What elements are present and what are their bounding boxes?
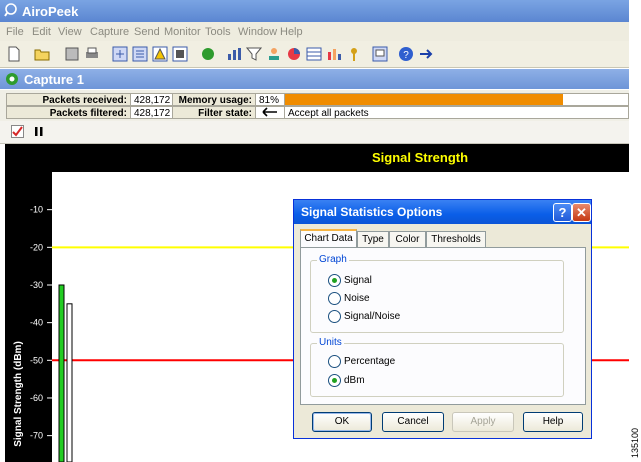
right-arrow-icon[interactable] <box>418 46 434 62</box>
capture-stats-panel: Packets received: 428,172 Memory usage: … <box>0 90 629 121</box>
monitor-icon[interactable] <box>372 46 388 62</box>
ok-button[interactable]: OK <box>312 412 372 432</box>
bar-chart-icon[interactable] <box>326 46 342 62</box>
chart-title: Signal Strength <box>372 150 468 165</box>
radio-percentage-button[interactable] <box>328 355 341 368</box>
close-icon[interactable]: ✕ <box>572 203 591 222</box>
alarm-icon[interactable] <box>152 46 168 62</box>
filter-state-label: Filter state: <box>172 106 256 119</box>
open-folder-icon[interactable] <box>34 46 50 62</box>
radio-noise-label: Noise <box>344 293 370 304</box>
dialog-title-bar[interactable]: Signal Statistics Options ? ✕ <box>294 200 591 224</box>
menu-edit[interactable]: Edit <box>32 26 51 38</box>
signal-statistics-options-dialog: Signal Statistics Options ? ✕ Chart Data… <box>293 199 592 439</box>
packets-received-label: Packets received: <box>6 93 131 106</box>
radio-percentage-label: Percentage <box>344 356 396 367</box>
svg-text:?: ? <box>403 50 409 61</box>
radio-signal[interactable]: Signal <box>328 274 372 287</box>
radio-noise-button[interactable] <box>328 292 341 305</box>
y-tick-label: -70 <box>30 431 43 441</box>
tab-color[interactable]: Color <box>389 231 426 247</box>
save-icon[interactable] <box>64 46 80 62</box>
airopeek-logo-icon <box>4 3 17 17</box>
y-tick-label: -20 <box>30 242 43 252</box>
radio-signal-button[interactable] <box>328 274 341 287</box>
left-arrow-icon <box>255 106 285 119</box>
graph-group-label: Graph <box>317 254 349 265</box>
y-tick-label: -10 <box>30 205 43 215</box>
y-tick-label: -50 <box>30 355 43 365</box>
apply-button[interactable]: Apply <box>452 412 514 432</box>
units-group-label: Units <box>317 337 344 348</box>
menu-tools[interactable]: Tools <box>205 26 231 38</box>
app-title: AiroPeek <box>22 4 79 19</box>
capture-window-title-bar: Capture 1 <box>0 69 629 89</box>
pause-icon[interactable] <box>35 127 43 136</box>
filter-icon[interactable] <box>246 46 262 62</box>
chart-data-tab-panel: Graph Signal Noise Signal/Noise Units Pe… <box>300 247 586 405</box>
radio-noise[interactable]: Noise <box>328 292 370 305</box>
radio-dbm-button[interactable] <box>328 374 341 387</box>
cancel-button[interactable]: Cancel <box>382 412 444 432</box>
menu-help[interactable]: Help <box>280 26 303 38</box>
units-group: Units Percentage dBm <box>310 337 564 397</box>
packets-filtered-label: Packets filtered: <box>6 106 131 119</box>
main-toolbar: ? <box>0 41 629 68</box>
tab-thresholds[interactable]: Thresholds <box>426 231 486 247</box>
memory-usage-value: 81% <box>255 93 285 106</box>
memory-usage-fill <box>285 94 563 105</box>
key-icon[interactable] <box>346 46 362 62</box>
radio-percentage[interactable]: Percentage <box>328 355 395 368</box>
y-tick-label: -60 <box>30 393 43 403</box>
radio-dbm-label: dBm <box>344 375 365 386</box>
y-tick-label: -40 <box>30 318 43 328</box>
packets-filtered-value: 428,172 <box>130 106 173 119</box>
radio-signal-noise-label: Signal/Noise <box>344 311 401 322</box>
print-icon[interactable] <box>84 46 100 62</box>
pie-chart-icon[interactable] <box>286 46 302 62</box>
menu-monitor[interactable]: Monitor <box>164 26 201 38</box>
help-icon[interactable]: ? <box>398 46 414 62</box>
network-icon[interactable] <box>200 46 216 62</box>
menu-send[interactable]: Send <box>134 26 160 38</box>
menu-window[interactable]: Window <box>238 26 277 38</box>
memory-usage-bar <box>284 93 629 106</box>
radio-signal-noise-button[interactable] <box>328 310 341 323</box>
radio-dbm[interactable]: dBm <box>328 374 365 387</box>
figure-number-text: 135100 <box>630 428 640 458</box>
dialog-title: Signal Statistics Options <box>301 205 443 219</box>
node-view-icon[interactable] <box>172 46 188 62</box>
y-axis-label: Signal Strength (dBm) <box>13 341 24 447</box>
capture-title: Capture 1 <box>24 72 84 87</box>
capture-options-icon[interactable] <box>112 46 128 62</box>
statistics-icon[interactable] <box>226 46 242 62</box>
chart-toolbar <box>0 121 629 144</box>
checkmark-options-icon[interactable] <box>11 125 24 138</box>
radio-signal-noise[interactable]: Signal/Noise <box>328 310 400 323</box>
radio-signal-label: Signal <box>344 275 372 286</box>
signal-bar <box>58 284 65 462</box>
packets-received-value: 428,172 <box>130 93 173 106</box>
figure-number: 135100 <box>630 428 640 458</box>
menu-view[interactable]: View <box>58 26 82 38</box>
new-document-icon[interactable] <box>6 46 22 62</box>
help-button[interactable]: Help <box>523 412 583 432</box>
filter-state-value: Accept all packets <box>284 106 629 119</box>
packet-list-icon[interactable] <box>132 46 148 62</box>
memory-usage-label: Memory usage: <box>172 93 256 106</box>
menu-bar: File Edit View Capture Send Monitor Tool… <box>0 22 629 42</box>
tab-type[interactable]: Type <box>357 231 389 247</box>
tab-chart-data[interactable]: Chart Data <box>300 229 357 248</box>
capture-icon <box>6 73 18 85</box>
signal-bar <box>66 303 73 462</box>
menu-capture[interactable]: Capture <box>90 26 129 38</box>
help-icon[interactable]: ? <box>553 203 572 222</box>
expert-icon[interactable] <box>266 46 282 62</box>
graph-group: Graph Signal Noise Signal/Noise <box>310 254 564 333</box>
y-tick-label: -30 <box>30 280 43 290</box>
app-title-bar: AiroPeek <box>0 0 629 22</box>
table-icon[interactable] <box>306 46 322 62</box>
menu-file[interactable]: File <box>6 26 24 38</box>
